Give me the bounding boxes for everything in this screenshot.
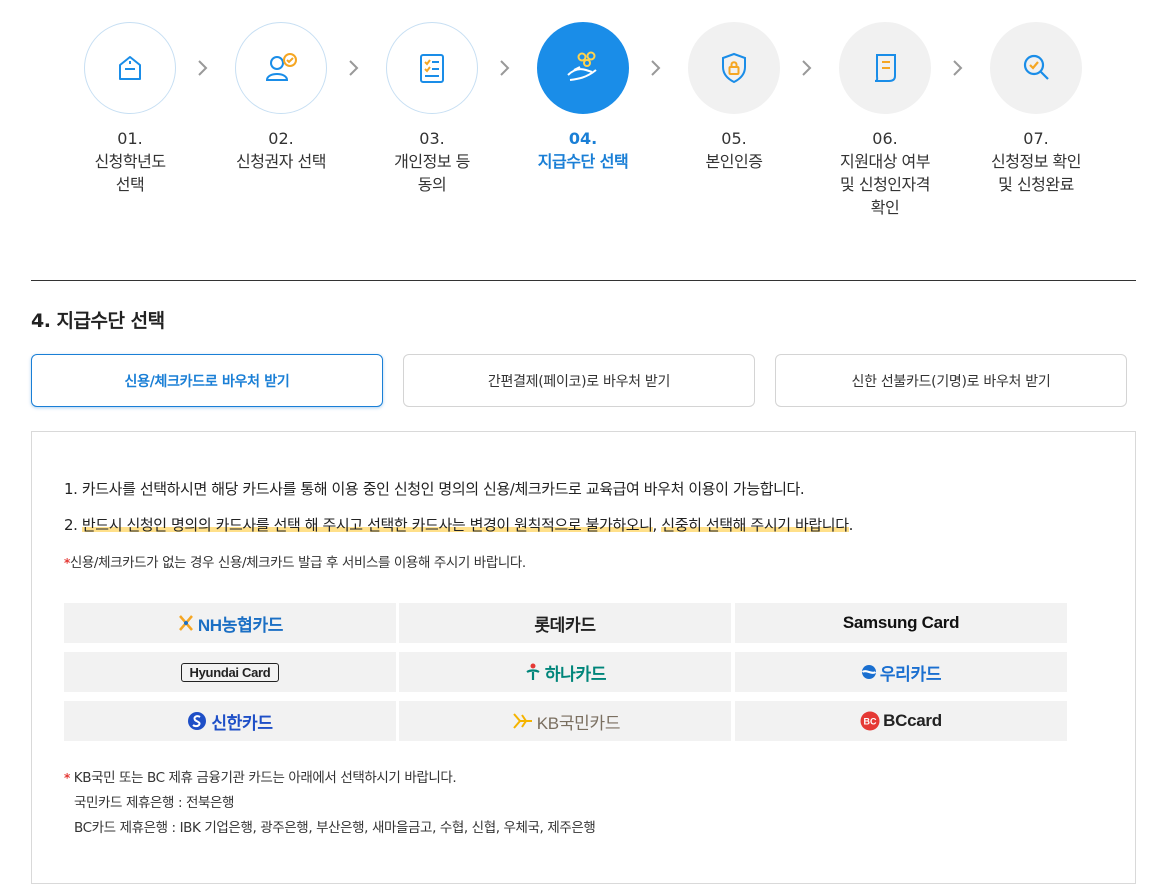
step-2: 02. 신청권자 선택 xyxy=(206,22,356,173)
step-1-number: 01. xyxy=(117,129,143,148)
bc-logo-icon: BC xyxy=(860,711,880,731)
shinhan-logo-icon xyxy=(188,712,207,730)
step-4: 04. 지급수단 선택 xyxy=(508,22,658,173)
step-5-circle xyxy=(688,22,780,114)
card-hana-label: 하나카드 xyxy=(544,664,607,684)
checklist-icon xyxy=(420,54,444,83)
step-7-number: 07. xyxy=(1023,129,1049,148)
notice-line-2: 2. 반드시 신청인 명의의 카드사를 선택 해 주시고 선택한 카드사는 변경… xyxy=(64,516,853,534)
card-bc[interactable]: BC BCcard xyxy=(735,701,1067,741)
footer-note-line-3: BC카드 제휴은행 : IBK 기업은행, 광주은행, 부산은행, 새마을금고,… xyxy=(74,820,596,836)
step-6-number: 06. xyxy=(872,129,898,148)
step-5: 05. 본인인증 xyxy=(659,22,809,173)
step-7: 07. 신청정보 확인 및 신청완료 xyxy=(961,22,1111,196)
step-1: 01. 신청학년도 선택 xyxy=(55,22,205,196)
search-check-icon xyxy=(1023,54,1049,80)
hana-logo-icon xyxy=(526,663,540,680)
footer-note-line-2: 국민카드 제휴은행 : 전북은행 xyxy=(74,795,235,811)
step-7-circle xyxy=(990,22,1082,114)
notice-highlight-2: 신중히 선택해 주시기 바랍니다 xyxy=(661,516,849,534)
step-2-circle xyxy=(235,22,327,114)
document-icon xyxy=(874,54,896,82)
footer-note-line-1: * KB국민 또는 BC 제휴 금융기관 카드는 아래에서 선택하시기 바랍니다… xyxy=(64,770,457,786)
step-5-number: 05. xyxy=(721,129,747,148)
card-samsung-label: Samsung Card xyxy=(842,613,960,632)
nh-logo-icon xyxy=(178,615,193,631)
card-lotte-label: 롯데카드 xyxy=(534,615,596,635)
step-progress: 01. 신청학년도 선택 02. 신청권자 선택 03. 개인정보 등 동의 0… xyxy=(0,0,1153,240)
card-woori[interactable]: 우리카드 xyxy=(735,652,1067,692)
kb-star-icon xyxy=(513,713,532,729)
notice-line-1: 1. 카드사를 선택하시면 해당 카드사를 통해 이용 중인 신청인 명의의 신… xyxy=(64,480,805,498)
building-icon xyxy=(119,56,141,80)
step-3-label: 개인정보 등 동의 xyxy=(394,152,470,194)
card-kb[interactable]: KB국민카드 xyxy=(399,701,731,741)
card-nh[interactable]: NH농협카드 xyxy=(64,603,396,643)
svg-text:BC: BC xyxy=(864,717,877,727)
step-5-label: 본인인증 xyxy=(705,152,763,171)
card-shinhan[interactable]: 신한카드 xyxy=(64,701,396,741)
tab-shinhan-prepaid-card[interactable]: 신한 선불카드(기명)로 바우처 받기 xyxy=(775,354,1127,407)
step-3-circle xyxy=(386,22,478,114)
step-6: 06. 지원대상 여부 및 신청인자격 확인 xyxy=(810,22,960,219)
step-3: 03. 개인정보 등 동의 xyxy=(357,22,507,196)
card-bc-label: BCcard xyxy=(883,711,942,730)
notice-no-card: *신용/체크카드가 없는 경우 신용/체크카드 발급 후 서비스를 이용해 주시… xyxy=(64,555,526,571)
card-kb-label: KB국민카드 xyxy=(536,713,621,733)
step-6-circle xyxy=(839,22,931,114)
woori-logo-icon xyxy=(861,665,876,679)
card-samsung[interactable]: Samsung Card xyxy=(735,603,1067,643)
step-3-number: 03. xyxy=(419,129,445,148)
card-woori-label: 우리카드 xyxy=(879,664,942,684)
step-2-label: 신청권자 선택 xyxy=(236,152,326,171)
step-7-label: 신청정보 확인 및 신청완료 xyxy=(991,152,1081,194)
step-1-label: 신청학년도 선택 xyxy=(94,152,166,194)
card-hyundai-label: Hyundai Card xyxy=(180,662,280,682)
step-4-circle xyxy=(537,22,629,114)
card-shinhan-label: 신한카드 xyxy=(211,713,273,733)
tab-simple-payment-payco[interactable]: 간편결제(페이코)로 바우처 받기 xyxy=(403,354,755,407)
step-4-number: 04. xyxy=(568,129,598,148)
notice-highlight-1: 반드시 신청인 명의의 카드사를 선택 해 주시고 선택한 카드사는 변경이 원… xyxy=(81,516,653,534)
step-6-label: 지원대상 여부 및 신청인자격 확인 xyxy=(840,152,930,217)
card-nh-label: NH농협카드 xyxy=(197,615,284,635)
tab-credit-check-card[interactable]: 신용/체크카드로 바우처 받기 xyxy=(31,354,383,407)
card-hana[interactable]: 하나카드 xyxy=(399,652,731,692)
hand-coins-icon xyxy=(567,51,597,81)
user-check-icon xyxy=(265,53,297,81)
card-hyundai[interactable]: Hyundai Card xyxy=(64,652,396,692)
step-4-label: 지급수단 선택 xyxy=(537,152,629,171)
card-lotte[interactable]: 롯데카드 xyxy=(399,603,731,643)
step-1-circle xyxy=(84,22,176,114)
section-title: 4. 지급수단 선택 xyxy=(31,310,165,332)
section-divider xyxy=(31,280,1136,281)
shield-lock-icon xyxy=(722,52,746,84)
step-2-number: 02. xyxy=(268,129,294,148)
card-selection-panel: 1. 카드사를 선택하시면 해당 카드사를 통해 이용 중인 신청인 명의의 신… xyxy=(31,431,1136,884)
